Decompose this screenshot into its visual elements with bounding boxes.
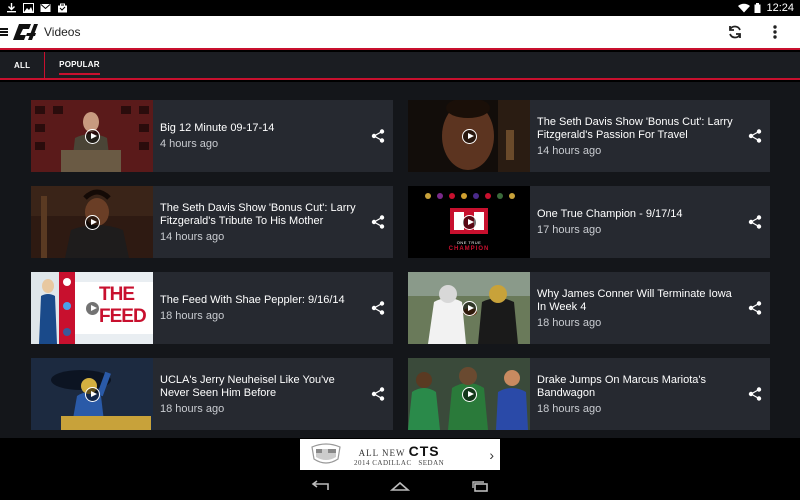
video-time: 14 hours ago	[537, 144, 602, 157]
play-icon	[85, 387, 100, 402]
recents-icon[interactable]	[469, 479, 491, 493]
video-card[interactable]: ONE TRUE CHAMPION One True Champion - 9/…	[408, 186, 770, 258]
chevron-right-icon: ›	[489, 446, 494, 463]
wifi-icon	[738, 3, 751, 13]
play-icon	[85, 215, 100, 230]
video-title: Why James Conner Will Terminate Iowa In …	[537, 287, 732, 313]
tab-all[interactable]: ALL	[0, 52, 44, 78]
back-icon[interactable]	[309, 479, 331, 493]
video-card[interactable]: Why James Conner Will Terminate Iowa In …	[408, 272, 770, 344]
video-time: 4 hours ago	[160, 138, 219, 150]
download-icon	[6, 3, 17, 13]
video-time: 18 hours ago	[537, 402, 602, 415]
video-card[interactable]: THE FEED The Feed With Shae Peppler: 9/1…	[31, 272, 393, 344]
video-list: Big 12 Minute 09-17-14 4 hours ago The S…	[0, 82, 800, 438]
video-title: Big 12 Minute 09-17-14	[160, 122, 275, 134]
status-time: 12:24	[766, 2, 794, 14]
play-icon	[462, 129, 477, 144]
video-thumbnail	[408, 358, 530, 430]
video-thumbnail	[408, 272, 530, 344]
play-icon	[85, 301, 100, 316]
cadillac-crest-icon	[311, 442, 341, 464]
ad-line3: SEDAN	[418, 458, 445, 467]
ad-banner[interactable]: ALL NEW CTS 2014 CADILLAC SEDAN ›	[300, 439, 500, 470]
video-thumbnail: ONE TRUE CHAMPION	[408, 186, 530, 258]
thumb-caption: CHAMPION	[448, 246, 490, 252]
tab-popular[interactable]: POPULAR	[44, 52, 114, 78]
video-card[interactable]: The Seth Davis Show 'Bonus Cut': Larry F…	[408, 100, 770, 172]
video-title: Drake Jumps On Marcus Mariota's Bandwago…	[537, 373, 706, 399]
thumb-caption: THE FEED	[99, 284, 147, 327]
video-time: 14 hours ago	[160, 230, 225, 243]
refresh-icon[interactable]	[726, 23, 744, 41]
image-icon	[23, 3, 34, 13]
video-thumbnail	[31, 358, 153, 430]
ad-bar: ALL NEW CTS 2014 CADILLAC SEDAN ›	[0, 438, 800, 472]
video-title: The Seth Davis Show 'Bonus Cut': Larry F…	[160, 201, 356, 227]
thumb-caption: ONE TRUE	[456, 240, 482, 245]
video-thumbnail	[408, 100, 530, 172]
ad-line1: ALL NEW	[358, 447, 406, 458]
video-title: One True Champion - 9/17/14	[537, 208, 683, 220]
overflow-menu-icon[interactable]	[766, 23, 784, 41]
video-time: 18 hours ago	[537, 316, 602, 329]
video-title: The Feed With Shae Peppler: 9/16/14	[160, 294, 345, 306]
video-time: 18 hours ago	[160, 310, 225, 322]
tab-bar: ALL POPULAR	[0, 52, 800, 80]
home-icon[interactable]	[389, 479, 411, 493]
video-title: UCLA's Jerry Neuheisel Like You've Never…	[160, 373, 335, 399]
app-bar: Videos	[0, 16, 800, 50]
share-icon[interactable]	[748, 301, 762, 315]
ad-line2: 2014 CADILLAC	[354, 458, 412, 467]
play-icon	[462, 301, 477, 316]
bag-icon	[57, 3, 68, 13]
share-icon[interactable]	[748, 387, 762, 401]
mail-icon	[40, 3, 51, 13]
video-thumbnail: THE FEED	[31, 272, 153, 344]
video-time: 18 hours ago	[160, 402, 225, 415]
play-icon	[462, 215, 477, 230]
share-icon[interactable]	[371, 387, 385, 401]
video-thumbnail	[31, 100, 153, 172]
page-title: Videos	[44, 25, 81, 39]
system-nav-bar	[0, 472, 800, 500]
video-time: 17 hours ago	[537, 224, 602, 236]
play-icon	[85, 129, 100, 144]
video-card[interactable]: Drake Jumps On Marcus Mariota's Bandwago…	[408, 358, 770, 430]
play-icon	[462, 387, 477, 402]
video-card[interactable]: The Seth Davis Show 'Bonus Cut': Larry F…	[31, 186, 393, 258]
share-icon[interactable]	[748, 129, 762, 143]
status-bar: 12:24	[0, 0, 800, 16]
share-icon[interactable]	[371, 301, 385, 315]
app-logo	[13, 24, 38, 40]
video-thumbnail	[31, 186, 153, 258]
ad-brand: CTS	[408, 442, 440, 459]
menu-icon[interactable]	[0, 27, 8, 37]
share-icon[interactable]	[371, 129, 385, 143]
share-icon[interactable]	[371, 215, 385, 229]
video-title: The Seth Davis Show 'Bonus Cut': Larry F…	[537, 115, 733, 141]
battery-icon	[754, 3, 761, 13]
video-card[interactable]: UCLA's Jerry Neuheisel Like You've Never…	[31, 358, 393, 430]
video-card[interactable]: Big 12 Minute 09-17-14 4 hours ago	[31, 100, 393, 172]
share-icon[interactable]	[748, 215, 762, 229]
